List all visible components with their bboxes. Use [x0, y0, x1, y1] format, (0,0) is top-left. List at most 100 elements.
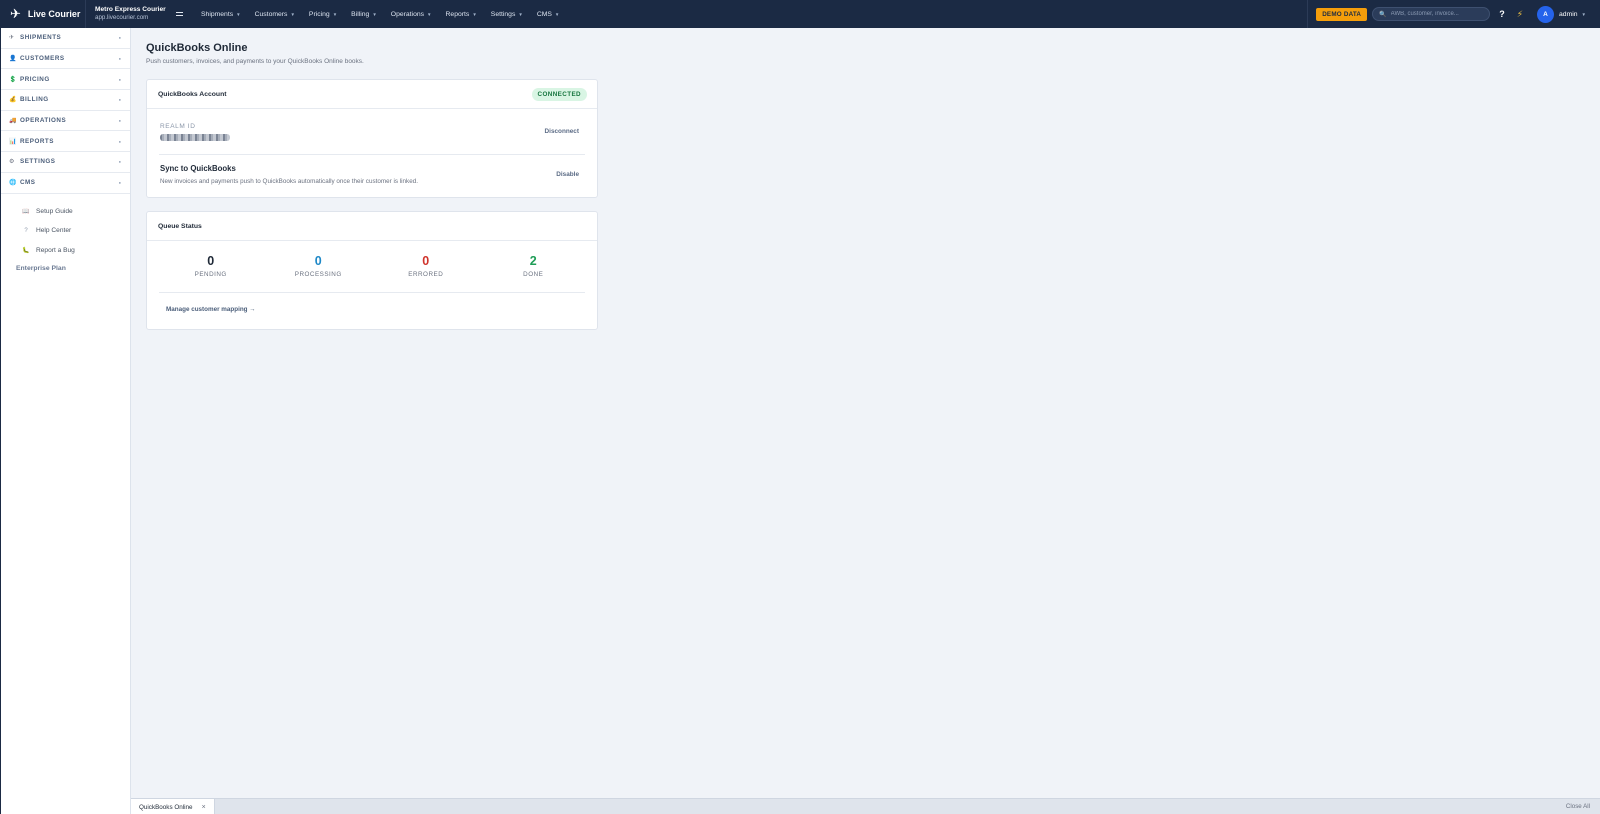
close-icon[interactable]: × — [202, 804, 206, 811]
global-search[interactable]: 🔍 — [1372, 7, 1491, 21]
bottom-tab-bar: QuickBooks Online × Close All — [131, 798, 1600, 814]
sidebar-section-label: PRICING — [20, 75, 50, 83]
org-domain: app.livecourier.com — [95, 13, 149, 21]
divider — [159, 154, 585, 155]
nav-pricing[interactable]: Pricing ▼ — [302, 11, 344, 18]
nav-label: Pricing — [308, 10, 330, 18]
sidebar-section-customers[interactable]: 👤 CUSTOMERS ● — [1, 49, 130, 70]
sidebar-section-label: CMS — [20, 179, 36, 187]
sidebar-section-billing[interactable]: 💰 BILLING ● — [1, 90, 130, 111]
dollar-icon: 💲 — [9, 76, 17, 83]
sidebar-section-shipments[interactable]: ✈ SHIPMENTS ● — [1, 28, 130, 49]
sidebar-section-cms[interactable]: 🌐 CMS ● — [1, 173, 130, 194]
menu-toggle-icon[interactable] — [176, 11, 188, 17]
demo-data-badge[interactable]: DEMO DATA — [1316, 7, 1368, 21]
status-badge: CONNECTED — [531, 87, 587, 101]
org-switcher[interactable]: Metro Express Courier app.livecourier.co… — [86, 6, 176, 21]
nav-reports[interactable]: Reports ▼ — [439, 11, 484, 18]
disable-sync-button[interactable]: Disable — [556, 171, 579, 178]
nav-customers[interactable]: Customers ▼ — [248, 11, 302, 18]
sidebar-link-help-center[interactable]: ? Help Center — [1, 221, 130, 241]
stat-label: PENDING — [194, 271, 227, 278]
sidebar-section-pricing[interactable]: 💲 PRICING ● — [1, 69, 130, 91]
nav-cms[interactable]: CMS ▼ — [530, 11, 567, 18]
main-nav: Shipments ▼ Customers ▼ Pricing ▼ Billing ▼ … — [194, 0, 566, 28]
stat-label: PROCESSING — [294, 271, 342, 278]
top-navbar: ✈ Live Courier Metro Express Courier app… — [0, 0, 1600, 28]
disconnect-button[interactable]: Disconnect — [545, 128, 579, 135]
stat-done: 2 DONE — [480, 254, 588, 278]
sidebar-section-operations[interactable]: 🚚 OPERATIONS ● — [1, 111, 130, 132]
stat-value: 0 — [314, 254, 322, 268]
sync-title: Sync to QuickBooks — [160, 164, 236, 173]
caret-down-icon: ▼ — [472, 11, 477, 17]
card-header: Queue Status — [147, 212, 597, 241]
globe-icon: 🌐 — [9, 180, 17, 187]
lightning-icon[interactable]: ⚡ — [1517, 9, 1523, 20]
sidebar-section-label: BILLING — [20, 96, 49, 104]
caret-down-icon: ▼ — [332, 11, 338, 17]
nav-label: Shipments — [201, 10, 234, 18]
plane-logo-icon: ✈ — [10, 6, 21, 21]
plan-label: Enterprise Plan — [16, 265, 66, 272]
stat-processing: 0 PROCESSING — [265, 254, 373, 278]
user-name[interactable]: admin — [1559, 11, 1578, 18]
close-all-button[interactable]: Close All — [1566, 803, 1590, 810]
realm-id-row: REALM ID — [160, 123, 230, 141]
nav-billing[interactable]: Billing ▼ — [344, 11, 384, 18]
expand-indicator-icon: ● — [118, 159, 121, 165]
help-icon[interactable]: ? — [1499, 9, 1505, 19]
page-title: QuickBooks Online — [146, 42, 248, 54]
org-name: Metro Express Courier — [95, 6, 166, 14]
page-subtitle: Push customers, invoices, and payments t… — [146, 58, 364, 65]
sidebar-link-label: Help Center — [36, 227, 72, 235]
expand-indicator-icon: ● — [118, 35, 121, 41]
expand-indicator-icon: ● — [118, 56, 121, 62]
caret-down-icon: ▼ — [554, 11, 560, 17]
nav-label: Customers — [254, 10, 288, 18]
bug-icon: 🐛 — [22, 247, 30, 254]
nav-label: CMS — [536, 10, 552, 18]
nav-shipments[interactable]: Shipments ▼ — [194, 11, 248, 18]
sidebar-section-reports[interactable]: 📊 REPORTS ● — [1, 131, 130, 153]
queue-status-card: Queue Status 0 PENDING 0 PROCESSING 0 ER… — [146, 211, 598, 330]
main-content: QuickBooks Online Push customers, invoic… — [131, 28, 1600, 798]
money-bag-icon: 💰 — [9, 97, 17, 104]
caret-down-icon[interactable]: ▼ — [1582, 12, 1586, 17]
sidebar-section-label: OPERATIONS — [20, 117, 67, 125]
search-icon: 🔍 — [1379, 11, 1387, 18]
expand-indicator-icon: ● — [118, 118, 121, 124]
avatar[interactable]: A — [1537, 5, 1555, 23]
sidebar: ✈ SHIPMENTS ● 👤 CUSTOMERS ● 💲 PRICING ● … — [0, 28, 131, 814]
book-icon: 📖 — [22, 208, 30, 215]
nav-label: Settings — [490, 10, 516, 18]
brand-name: Live Courier — [27, 9, 81, 19]
nav-operations[interactable]: Operations ▼ — [384, 11, 439, 18]
sidebar-section-settings[interactable]: ⚙ SETTINGS ● — [1, 152, 130, 173]
sidebar-links: 📖 Setup Guide ? Help Center 🐛 Report a B… — [1, 202, 130, 261]
stat-label: DONE — [523, 271, 544, 278]
tab-quickbooks-online[interactable]: QuickBooks Online × — [131, 799, 215, 814]
quickbooks-account-card: QuickBooks Account CONNECTED REALM ID Di… — [146, 79, 598, 198]
sidebar-link-label: Setup Guide — [36, 207, 73, 215]
sidebar-section-label: SETTINGS — [20, 158, 56, 166]
manage-customer-mapping-link[interactable]: Manage customer mapping → — [166, 306, 256, 313]
realm-id-label: REALM ID — [160, 123, 196, 130]
divider — [159, 292, 585, 293]
caret-down-icon: ▼ — [427, 11, 432, 17]
brand[interactable]: ✈ Live Courier — [0, 0, 86, 28]
gear-icon: ⚙ — [9, 159, 15, 166]
search-input[interactable] — [1390, 11, 1490, 17]
queue-stats: 0 PENDING 0 PROCESSING 0 ERRORED 2 DONE — [157, 254, 587, 278]
chart-icon: 📊 — [9, 138, 17, 145]
plane-icon: ✈ — [9, 35, 15, 42]
caret-down-icon: ▼ — [236, 11, 241, 17]
sync-description: New invoices and payments push to QuickB… — [160, 178, 418, 185]
expand-indicator-icon: ● — [118, 76, 121, 82]
nav-label: Operations — [390, 10, 425, 18]
sidebar-link-setup-guide[interactable]: 📖 Setup Guide — [1, 202, 130, 222]
nav-settings[interactable]: Settings ▼ — [484, 11, 530, 18]
sidebar-section-label: REPORTS — [20, 137, 54, 145]
sidebar-section-label: CUSTOMERS — [20, 55, 65, 63]
sidebar-link-report-bug[interactable]: 🐛 Report a Bug — [1, 241, 130, 261]
